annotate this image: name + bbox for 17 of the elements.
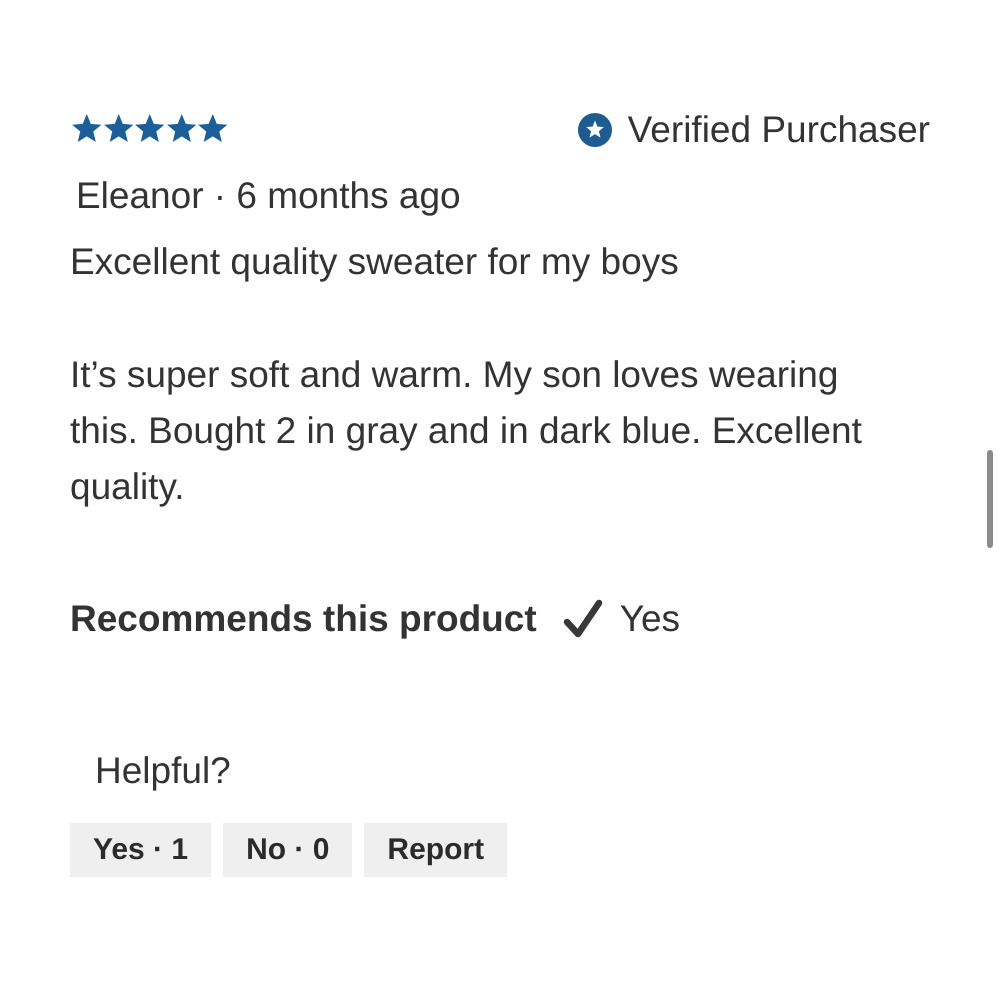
verified-star-badge-icon [578, 113, 612, 147]
feedback-button[interactable]: No · 0 [223, 823, 352, 877]
feedback-button[interactable]: Yes · 1 [70, 823, 212, 877]
helpful-question: Helpful? [95, 749, 232, 793]
star-icon [166, 114, 196, 142]
star-icon [72, 114, 102, 142]
feedback-button[interactable]: Report [364, 823, 508, 877]
star-icon [198, 114, 228, 142]
recommendation-answer: Yes [620, 597, 680, 641]
reviewer-byline: Eleanor · 6 months ago [76, 174, 462, 218]
scrollbar-thumb[interactable] [987, 450, 993, 548]
review-body: It’s super soft and warm. My son loves wearing this. Bought 2 in gray and in dark blue. Excellent quality. [70, 353, 863, 509]
star-icon [135, 114, 164, 142]
star-icon [104, 114, 133, 142]
recommendation-label: Recommends this product [70, 597, 537, 641]
verified-purchaser-label: Verified Purchaser [628, 108, 930, 152]
review-title: Excellent quality sweater for my boys [70, 240, 680, 284]
